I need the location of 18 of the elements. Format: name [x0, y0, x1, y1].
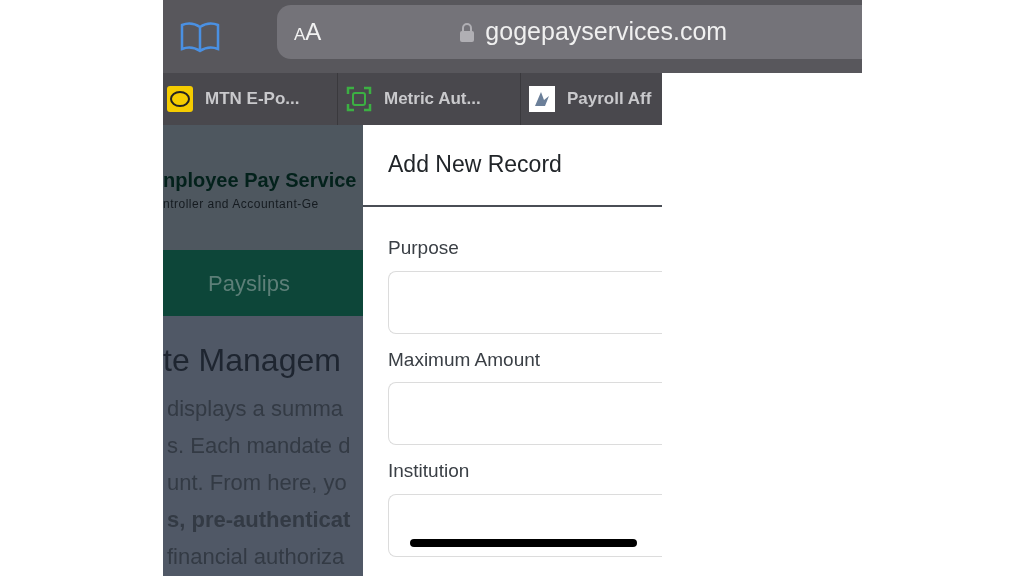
badge-icon: [167, 86, 193, 112]
input-field[interactable]: [388, 493, 662, 557]
field-label: Maximum Amount: [388, 347, 542, 372]
field-label: Purpose: [388, 236, 460, 260]
input-field[interactable]: [388, 382, 662, 445]
logo-icon: [529, 86, 555, 112]
scan-frame-icon: [346, 86, 372, 112]
favorite-tab[interactable]: Payroll Aff: [521, 73, 662, 125]
address-bar[interactable]: AA gogepayservices.com: [277, 4, 862, 59]
text-size-button[interactable]: AA: [294, 13, 322, 50]
url-text: gogepayservices.com: [485, 15, 728, 47]
site-title: nployee Pay Service: [163, 168, 358, 193]
modal-title: Add New Record: [388, 151, 562, 179]
input-field[interactable]: [388, 270, 662, 334]
lock-icon: [459, 21, 476, 42]
bookmarks-icon[interactable]: [180, 20, 220, 53]
field-label: Institution: [388, 459, 471, 483]
site-subtitle: ntroller and Accountant-Ge: [163, 196, 320, 213]
